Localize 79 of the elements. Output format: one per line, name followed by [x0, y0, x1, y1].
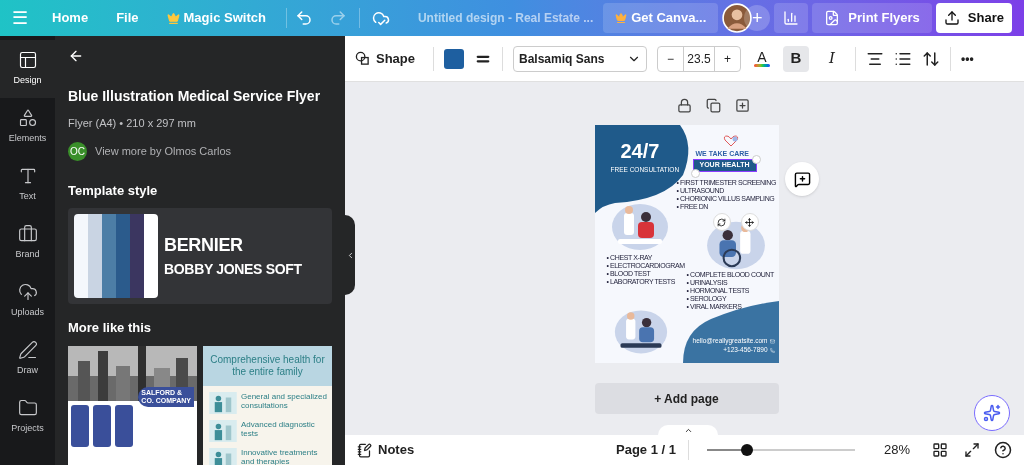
font-sample: BERNIER [164, 236, 244, 254]
increase-button[interactable]: + [715, 46, 740, 71]
resize-handle[interactable] [690, 169, 700, 178]
template-thumbnail[interactable]: Comprehensive health for the entire family General and specialized consultations Advanced diagnostic tests Innovative treatments and therapies [203, 345, 332, 465]
font-size-value[interactable]: 23.5 [683, 46, 715, 71]
move-handle[interactable] [740, 213, 759, 231]
spacing-icon[interactable] [922, 49, 940, 68]
resize-handle[interactable] [751, 155, 761, 164]
share-icon [943, 10, 960, 26]
bold-button[interactable]: B [783, 45, 809, 72]
rotate-handle[interactable] [712, 213, 731, 231]
notes-button[interactable]: Notes [357, 440, 415, 460]
rail-tab[interactable]: Brand [0, 214, 55, 272]
fullscreen-icon[interactable] [964, 442, 980, 458]
crown-icon [166, 11, 180, 25]
add-page-icon[interactable] [735, 98, 750, 113]
share-button[interactable]: Share [935, 3, 1012, 33]
info-card [71, 404, 90, 447]
author-link[interactable]: View more by Olmos Carlos [95, 142, 232, 160]
add-page-button[interactable]: + Add page [594, 383, 779, 414]
duplicate-icon[interactable] [706, 98, 721, 113]
template-meta: Flyer (A4) • 210 x 297 mm [68, 116, 197, 131]
shape-icon [355, 51, 370, 66]
rail-tab[interactable]: Design [0, 40, 55, 98]
chart-icon [783, 10, 800, 26]
grid-view-icon[interactable] [932, 442, 948, 458]
back-icon[interactable] [68, 48, 84, 64]
crown-icon [615, 12, 628, 24]
font-dropdown[interactable]: Balsamiq Sans [513, 45, 647, 72]
page-indicator[interactable]: Page 1 / 1 [616, 440, 676, 460]
help-icon[interactable] [994, 441, 1012, 459]
rail-tab[interactable]: Text [0, 156, 55, 214]
move-icon [745, 217, 754, 227]
rail-tab[interactable]: Elements [0, 98, 55, 156]
rail-icon [17, 282, 38, 303]
sparkle-icon [983, 404, 1001, 422]
more-button[interactable]: ••• [961, 49, 974, 68]
comment-icon [793, 170, 811, 188]
thumbnail-text: Innovative treatments and therapies [241, 447, 319, 465]
thumbnail-text: General and specialized consultations [241, 391, 327, 412]
rail-tab[interactable]: Draw [0, 330, 55, 388]
shape-button[interactable]: Shape [355, 48, 423, 69]
notes-icon [357, 442, 372, 458]
rail-tab[interactable]: Projects [0, 388, 55, 446]
assistant-button[interactable] [974, 395, 1010, 431]
thumbnail-heading: Comprehensive health for the entire family [203, 345, 332, 386]
thumbnail-text: Advanced diagnostic tests [241, 419, 316, 440]
print-icon [824, 10, 841, 26]
section-heading: More like this [68, 319, 153, 337]
zoom-thumb[interactable] [740, 444, 753, 456]
section-heading: Template style [68, 181, 159, 200]
rotate-icon [717, 217, 726, 227]
insights-button[interactable] [774, 3, 809, 33]
lock-icon[interactable] [677, 98, 692, 113]
logo-icon [722, 135, 739, 147]
panel-collapse-tab[interactable] [345, 215, 355, 295]
avatar[interactable] [722, 3, 753, 33]
undo-icon[interactable] [294, 9, 313, 27]
info-card [93, 404, 112, 447]
rail-icon [17, 50, 38, 71]
text-color-button[interactable]: A [751, 45, 773, 72]
cloud-icon[interactable] [371, 9, 390, 27]
rail-icon [17, 340, 38, 361]
style-card[interactable]: BERNIER BOBBY JONES SOFT [68, 208, 332, 304]
rail-icon [17, 108, 38, 129]
font-sample: BOBBY JONES SOFT [164, 262, 302, 276]
zoom-reading[interactable]: 28% [884, 440, 920, 460]
rail-tab[interactable]: Uploads [0, 272, 55, 330]
fill-color-swatch[interactable] [444, 48, 464, 69]
template-title: Blue Illustration Medical Service Flyer [68, 87, 322, 106]
info-card [115, 404, 134, 447]
decrease-button[interactable]: − [658, 46, 683, 71]
headline: 24/7 [620, 141, 660, 161]
italic-button[interactable]: I [819, 45, 845, 72]
mail-icon [769, 338, 775, 344]
phone-icon [769, 347, 775, 353]
print-button[interactable]: Print Flyers [812, 3, 932, 33]
author-avatar: OC [68, 141, 87, 161]
comment-button[interactable] [785, 162, 819, 196]
